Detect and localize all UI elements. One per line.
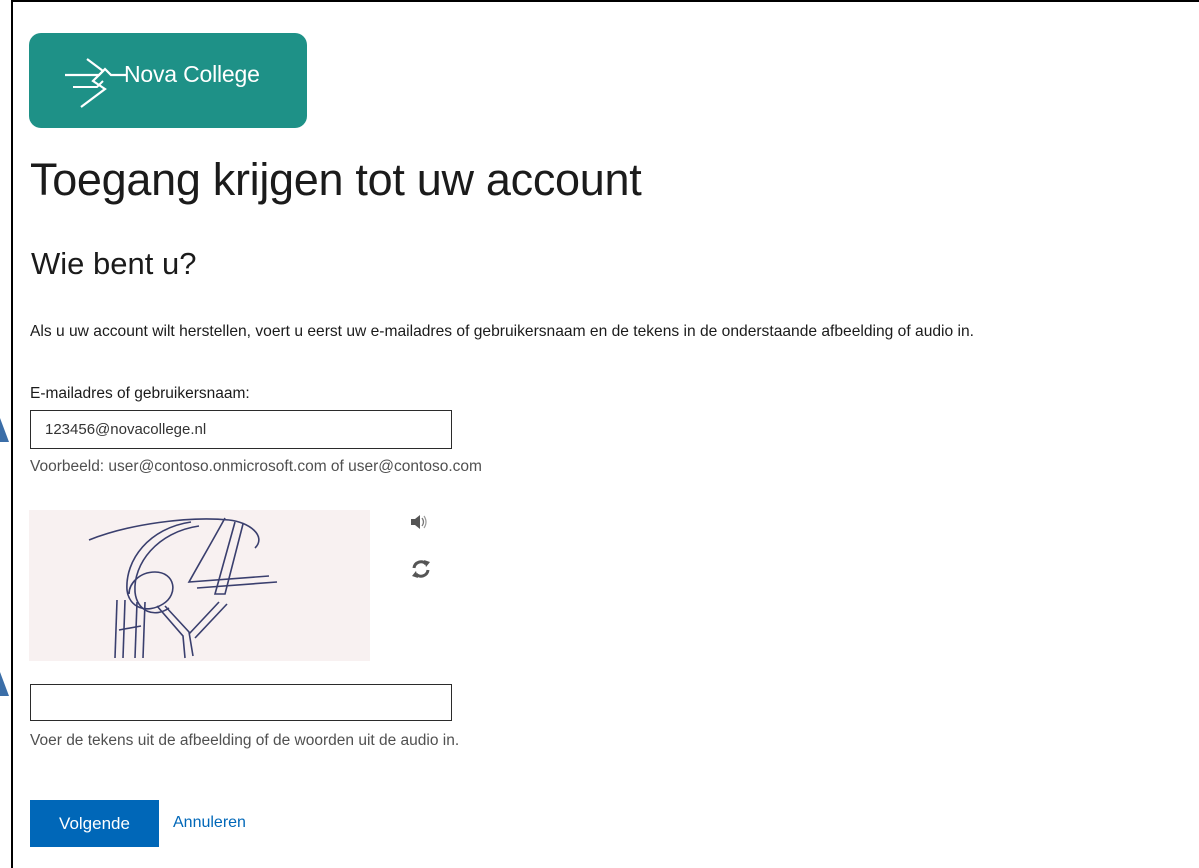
edge-arrow-icon [0, 672, 9, 696]
brand-logo: Nova College [29, 33, 307, 128]
intro-text: Als u uw account wilt herstellen, voert … [30, 323, 974, 340]
brand-name: Nova College [124, 61, 260, 87]
email-field[interactable] [30, 410, 452, 449]
captcha-input[interactable] [30, 684, 452, 721]
page-subtitle: Wie bent u? [31, 246, 197, 281]
captcha-hint-text: Voer de tekens uit de afbeelding of de w… [30, 732, 460, 749]
captcha-glyphs [88, 517, 278, 659]
email-field-label: E-mailadres of gebruikersnaam: [30, 385, 250, 402]
lightning-logo-icon [65, 58, 127, 108]
cancel-link[interactable]: Annuleren [173, 814, 246, 832]
page-title: Toegang krijgen tot uw account [30, 154, 642, 205]
email-example-text: Voorbeeld: user@contoso.onmicrosoft.com … [30, 458, 482, 475]
refresh-icon[interactable] [411, 559, 431, 579]
captcha-image [29, 510, 370, 661]
speaker-icon[interactable] [410, 513, 428, 531]
edge-arrow-icon [0, 418, 9, 442]
next-button[interactable]: Volgende [30, 800, 159, 847]
